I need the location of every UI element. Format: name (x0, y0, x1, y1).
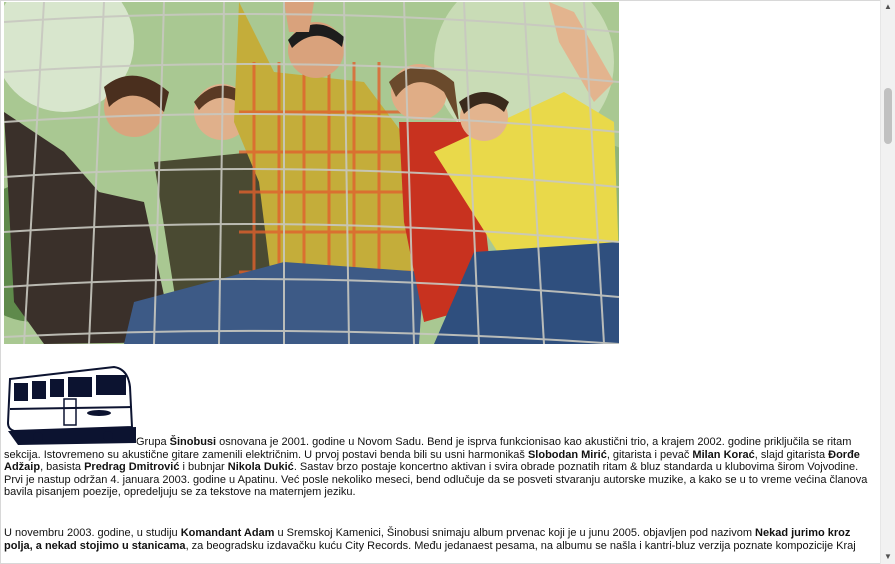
intro-paragraph: Grupa Šinobusi osnovana je 2001. godine … (4, 357, 874, 499)
article-text: Grupa Šinobusi osnovana je 2001. godine … (4, 357, 874, 563)
text-run: , za beogradsku izdavačku kuću City Reco… (185, 539, 856, 552)
vertical-scrollbar[interactable]: ▲ ▼ (880, 0, 895, 564)
scrollbar-thumb[interactable] (884, 88, 892, 144)
text-run: , slajd gitarista (754, 448, 829, 461)
text-run: , basista (40, 461, 85, 474)
album-paragraph: U novembru 2003. godine, u studiju Koman… (4, 527, 874, 552)
bold-name: Nikola Dukić (227, 461, 294, 474)
bold-name: Slobodan Mirić (527, 448, 607, 461)
bold-name: Šinobusi (169, 436, 217, 448)
bold-name: Komandant Adam (180, 526, 275, 539)
scroll-up-arrow-icon[interactable]: ▲ (881, 0, 895, 14)
bold-name: Milan Korać (692, 448, 755, 461)
bold-name: Predrag Dmitrović (84, 461, 180, 474)
railbus-logo-icon (4, 357, 136, 449)
para2-text: U novembru 2003. godine, u studiju Koman… (4, 527, 856, 552)
text-run: Grupa (136, 436, 170, 448)
text-run: u Sremskoj Kamenici, Šinobusi snimaju al… (274, 526, 756, 539)
band-photo (4, 2, 619, 344)
text-run: i bubnjar (179, 461, 228, 474)
scroll-down-arrow-icon[interactable]: ▼ (881, 550, 895, 564)
page-viewport: Grupa Šinobusi osnovana je 2001. godine … (0, 0, 895, 564)
text-run: , gitarista i pevač (606, 448, 693, 461)
text-run: U novembru 2003. godine, u studiju (4, 526, 181, 539)
